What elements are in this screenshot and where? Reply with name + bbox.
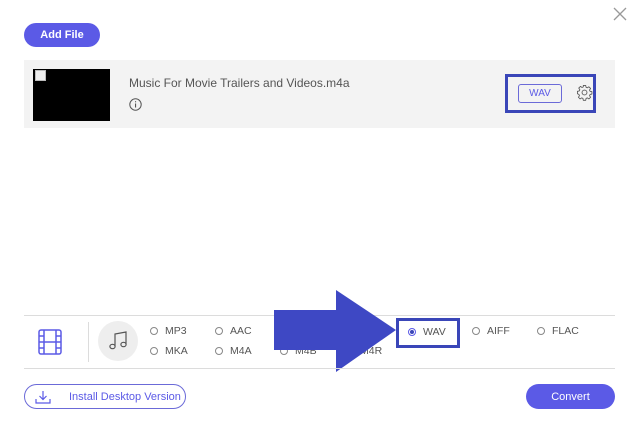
radio-button[interactable] <box>150 327 158 335</box>
install-label: Install Desktop Version <box>69 390 181 403</box>
format-highlight-box: WAV <box>505 74 596 113</box>
video-tab-icon[interactable] <box>38 329 62 355</box>
format-option-label: WAV <box>423 326 446 338</box>
format-option-m4a[interactable]: M4A <box>215 345 252 357</box>
file-name: Music For Movie Trailers and Videos.m4a <box>129 76 350 90</box>
annotation-arrow <box>274 290 396 372</box>
radio-button[interactable] <box>215 327 223 335</box>
radio-button-selected[interactable] <box>408 328 416 336</box>
format-option-label: MKA <box>165 345 188 357</box>
format-option-aiff[interactable]: AIFF <box>472 325 510 337</box>
format-option-flac[interactable]: FLAC <box>537 325 579 337</box>
download-icon <box>35 390 51 404</box>
format-option-label: FLAC <box>552 325 579 337</box>
music-note-icon <box>109 331 127 350</box>
format-option-label: M4A <box>230 345 252 357</box>
format-option-aac[interactable]: AAC <box>215 325 252 337</box>
output-format-button[interactable]: WAV <box>518 84 562 103</box>
divider <box>24 368 615 369</box>
add-file-button[interactable]: Add File <box>24 23 100 47</box>
format-option-mp3[interactable]: MP3 <box>150 325 187 337</box>
info-icon[interactable] <box>129 98 142 111</box>
gear-icon[interactable] <box>576 84 593 101</box>
format-option-label: AIFF <box>487 325 510 337</box>
radio-button[interactable] <box>150 347 158 355</box>
format-option-mka[interactable]: MKA <box>150 345 188 357</box>
video-thumbnail <box>33 69 110 121</box>
broken-image-icon <box>35 70 46 81</box>
close-icon[interactable] <box>612 6 628 22</box>
format-option-label: MP3 <box>165 325 187 337</box>
wav-highlight-box: WAV <box>396 318 460 348</box>
format-option-label: AAC <box>230 325 252 337</box>
radio-button[interactable] <box>215 347 223 355</box>
audio-tab[interactable] <box>98 321 138 361</box>
convert-button[interactable]: Convert <box>526 384 615 409</box>
format-option-wav[interactable]: WAV <box>408 326 446 338</box>
radio-button[interactable] <box>537 327 545 335</box>
vertical-divider <box>88 322 89 362</box>
radio-button[interactable] <box>472 327 480 335</box>
install-desktop-button[interactable]: Install Desktop Version <box>24 384 186 409</box>
file-row: Music For Movie Trailers and Videos.m4a … <box>24 60 615 128</box>
